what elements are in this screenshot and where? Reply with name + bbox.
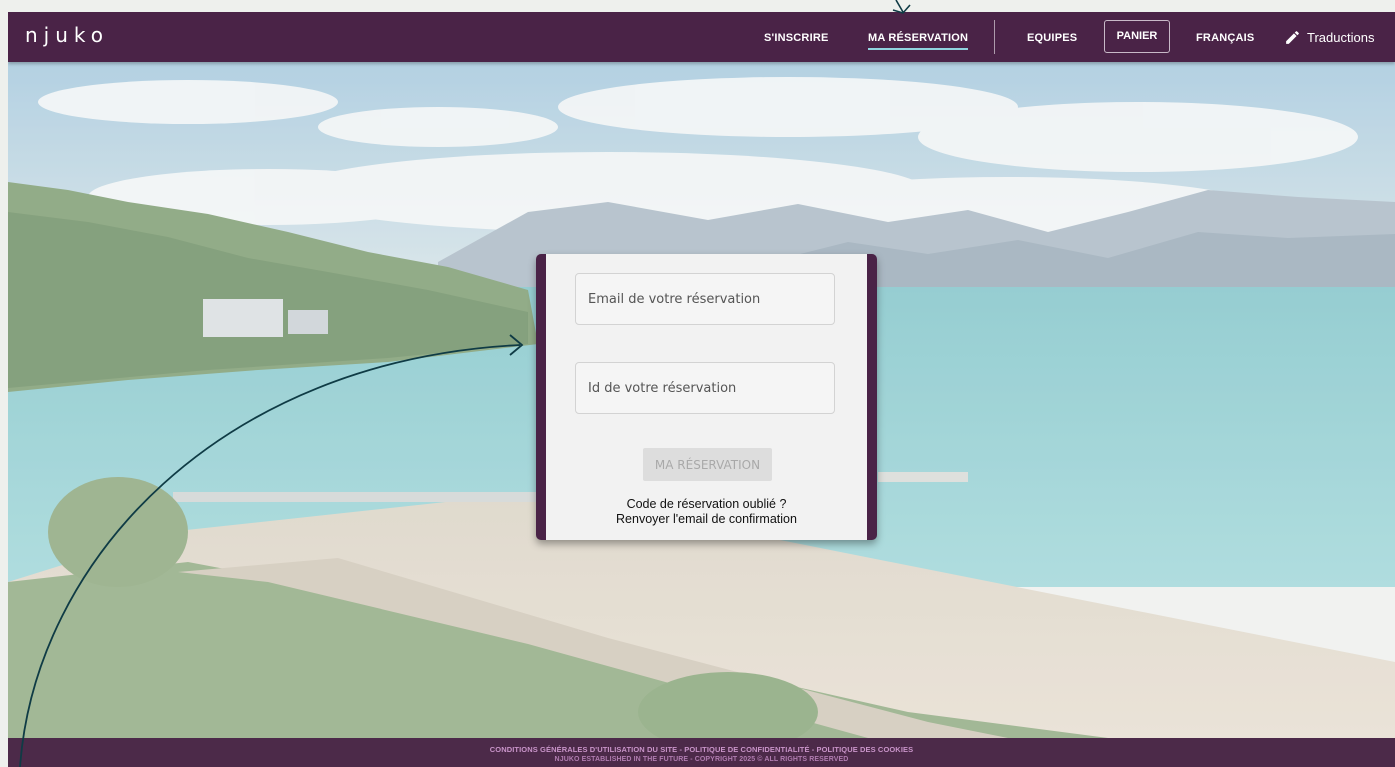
- pencil-icon: [1286, 31, 1299, 44]
- nav-divider: [994, 20, 995, 54]
- top-navbar: njuko S'INSCRIRE MA RÉSERVATION EQUIPES …: [8, 12, 1395, 62]
- app-window: njuko S'INSCRIRE MA RÉSERVATION EQUIPES …: [8, 12, 1395, 767]
- reservation-form: MA RÉSERVATION Code de réservation oubli…: [546, 254, 867, 540]
- forgot-code-link[interactable]: Code de réservation oublié ?: [546, 497, 867, 511]
- my-reservation-button[interactable]: MA RÉSERVATION: [643, 448, 772, 481]
- footer-links[interactable]: CONDITIONS GÉNÉRALES D'UTILISATION DU SI…: [8, 738, 1395, 754]
- page-footer: CONDITIONS GÉNÉRALES D'UTILISATION DU SI…: [8, 738, 1395, 767]
- nav-my-reservation[interactable]: MA RÉSERVATION: [868, 12, 969, 62]
- nav-signup[interactable]: S'INSCRIRE: [764, 12, 829, 62]
- resend-email-link[interactable]: Renvoyer l'email de confirmation: [546, 512, 867, 526]
- site-logo[interactable]: njuko: [25, 23, 109, 47]
- translations-link[interactable]: Traductions: [1284, 12, 1374, 62]
- footer-copyright: NJUKO ESTABLISHED IN THE FUTURE - COPYRI…: [554, 756, 849, 763]
- language-selector[interactable]: FRANÇAIS: [1196, 12, 1254, 62]
- cart-button[interactable]: PANIER: [1104, 20, 1170, 53]
- translations-label: Traductions: [1307, 30, 1375, 45]
- reservation-card: MA RÉSERVATION Code de réservation oubli…: [536, 254, 877, 540]
- email-field[interactable]: [575, 273, 835, 325]
- nav-teams[interactable]: EQUIPES: [1027, 12, 1077, 62]
- reservation-id-field[interactable]: [575, 362, 835, 414]
